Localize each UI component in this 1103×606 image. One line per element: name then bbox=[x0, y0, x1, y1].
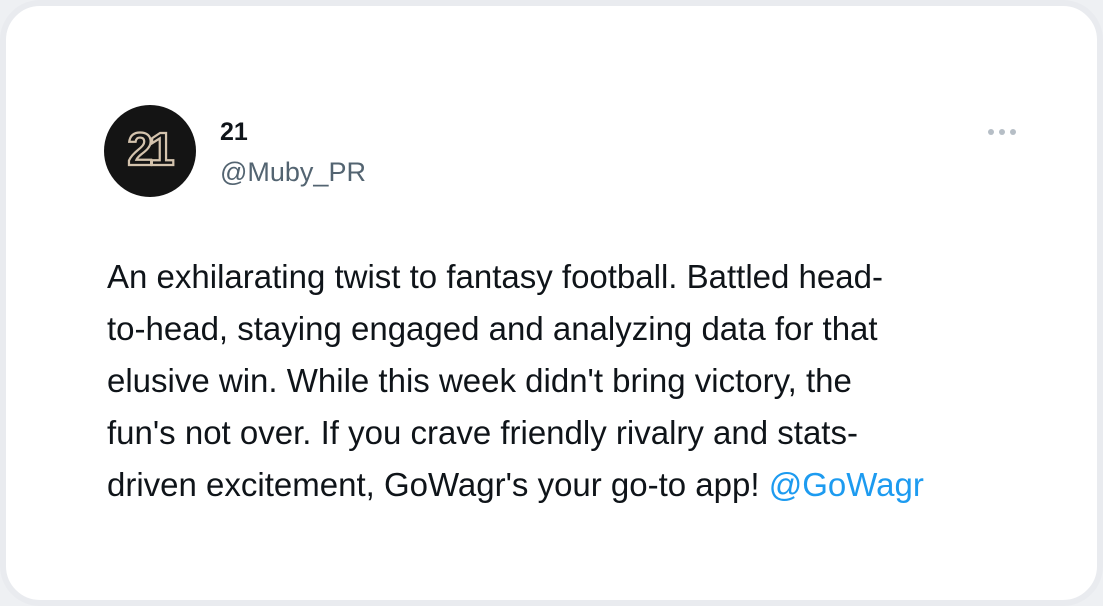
tweet-text: An exhilarating twist to fantasy footbal… bbox=[107, 251, 1037, 511]
tweet-line: to-head, staying engaged and analyzing d… bbox=[107, 310, 878, 347]
avatar-text: 21 bbox=[127, 123, 174, 175]
display-name[interactable]: 21 bbox=[220, 118, 248, 146]
tweet-line-text: driven excitement, GoWagr's your go-to a… bbox=[107, 466, 760, 503]
avatar[interactable]: 21 bbox=[104, 105, 196, 197]
tweet-line: fun's not over. If you crave friendly ri… bbox=[107, 414, 858, 451]
tweet-line: elusive win. While this week didn't brin… bbox=[107, 362, 852, 399]
tweet-line-last: driven excitement, GoWagr's your go-to a… bbox=[107, 459, 1037, 511]
tweet-card: 21 21 @Muby_PR An exhilarating twist to … bbox=[0, 0, 1103, 606]
more-horizontal-icon bbox=[999, 129, 1005, 135]
avatar-logo-icon: 21 bbox=[126, 122, 179, 176]
mention-link[interactable]: @GoWagr bbox=[769, 466, 924, 503]
more-options-button[interactable] bbox=[978, 118, 1026, 146]
more-horizontal-icon bbox=[988, 129, 994, 135]
more-horizontal-icon bbox=[1010, 129, 1016, 135]
user-handle[interactable]: @Muby_PR bbox=[220, 156, 366, 188]
tweet-line: An exhilarating twist to fantasy footbal… bbox=[107, 258, 883, 295]
